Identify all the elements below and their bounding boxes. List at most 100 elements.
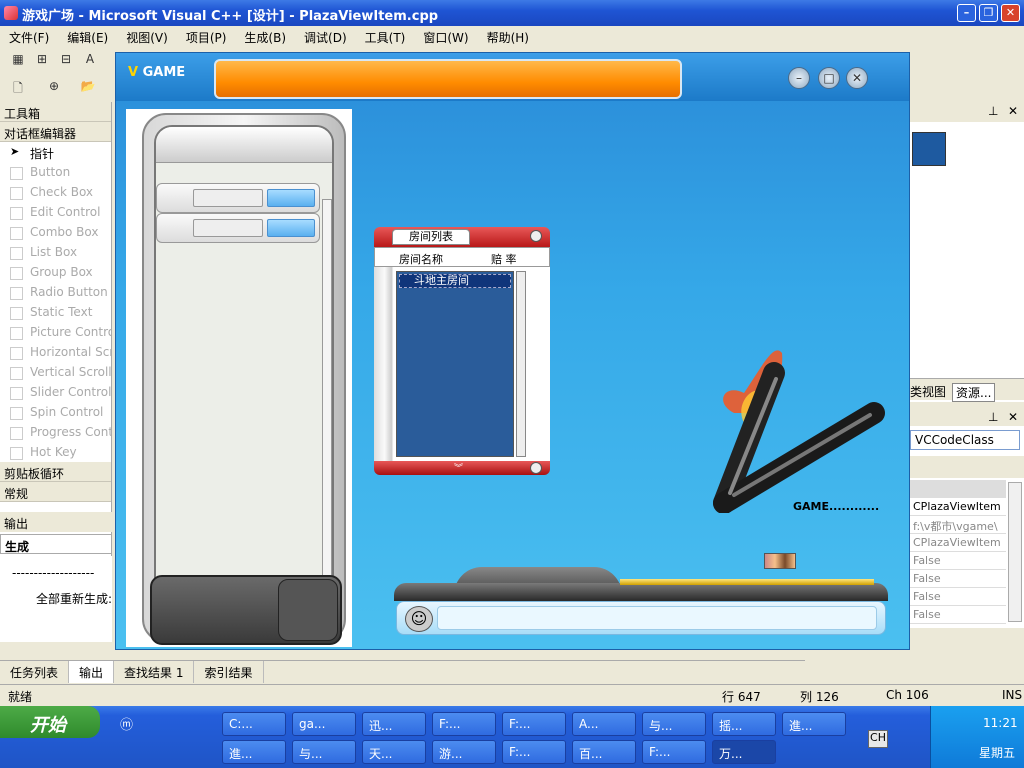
task-button[interactable]: 進... — [222, 740, 286, 764]
task-button[interactable]: F:... — [642, 740, 706, 764]
toolbox-item-button[interactable]: Button — [0, 162, 111, 182]
toolbox-item-radio[interactable]: Radio Button — [0, 282, 111, 302]
task-button[interactable]: F:... — [502, 712, 566, 736]
task-button[interactable]: 游... — [432, 740, 496, 764]
maxthon-icon[interactable]: ⓜ — [120, 718, 133, 733]
room-list-tab[interactable]: 房间列表 — [392, 229, 470, 245]
tab-resource-view[interactable]: 资源... — [952, 383, 996, 402]
toolbox-item-checkbox[interactable]: Check Box — [0, 182, 111, 202]
task-button[interactable]: A... — [572, 712, 636, 736]
toolbox-item-hscroll[interactable]: Horizontal Scroll Bar — [0, 342, 111, 362]
new-project-icon[interactable]: 🗋 — [10, 79, 26, 95]
chevron-down-icon[interactable]: ︾ — [454, 461, 463, 474]
game-maximize-button[interactable]: □ — [818, 67, 840, 89]
size-icon[interactable]: ⊟ — [58, 52, 74, 68]
toolbox-item-static[interactable]: Static Text — [0, 302, 111, 322]
menu-view[interactable]: 视图(V) — [117, 26, 177, 47]
start-button[interactable]: 开始 — [0, 706, 100, 738]
property-row[interactable]: CPlazaViewItem — [910, 534, 1006, 552]
minimize-button[interactable]: – — [957, 4, 976, 22]
toolbox-item-hotkey[interactable]: Hot Key — [0, 442, 111, 462]
add-item-icon[interactable]: ⊕ — [46, 79, 62, 95]
close-button[interactable]: ✕ — [1001, 4, 1020, 22]
clock-day[interactable]: 星期五 — [979, 744, 1015, 761]
menu-file[interactable]: 文件(F) — [0, 26, 58, 47]
output-source[interactable]: 生成 — [0, 534, 112, 554]
clock-time[interactable]: 11:21 — [983, 716, 1018, 730]
toolbox-section-general[interactable]: 常规 — [0, 482, 111, 502]
toolbox-item-picture[interactable]: Picture Control — [0, 322, 111, 342]
task-button-active[interactable]: 万... — [712, 740, 776, 764]
property-row[interactable]: f:\v都市\vgame\ — [910, 516, 1006, 534]
toolbox-item-pointer[interactable]: 指针 — [0, 142, 111, 162]
tab-output[interactable]: 输出 — [69, 661, 115, 683]
class-select[interactable]: VCCodeClass — [910, 430, 1020, 450]
tab-task-list[interactable]: 任务列表 — [0, 661, 70, 683]
maximize-button[interactable]: ❐ — [979, 4, 998, 22]
slot-button[interactable] — [267, 219, 315, 237]
room-list[interactable]: 斗地主房间 — [396, 271, 514, 457]
task-button[interactable]: 与... — [642, 712, 706, 736]
language-indicator[interactable]: CH — [868, 730, 888, 748]
bottom-panel-button[interactable] — [278, 579, 338, 641]
open-folder-icon[interactable]: 📂 — [80, 79, 96, 95]
menu-tools[interactable]: 工具(T) — [356, 26, 415, 47]
left-frame-scrollbar[interactable] — [322, 199, 332, 581]
window-title-bar[interactable]: 游戏广场 - Microsoft Visual C++ [设计] - Plaza… — [0, 0, 1024, 26]
game-title-bar[interactable]: V GAME – □ ✕ — [116, 53, 909, 101]
chat-input[interactable] — [437, 606, 877, 630]
toolbox-item-slider[interactable]: Slider Control — [0, 382, 111, 402]
task-button[interactable]: 摇... — [712, 712, 776, 736]
task-button[interactable]: 進... — [782, 712, 846, 736]
list-item[interactable] — [156, 183, 320, 213]
toolbox-item-spin[interactable]: Spin Control — [0, 402, 111, 422]
toolbox-item-combo[interactable]: Combo Box — [0, 222, 111, 242]
task-button[interactable]: ga... — [292, 712, 356, 736]
property-row[interactable]: False — [910, 588, 1006, 606]
menu-build[interactable]: 生成(B) — [235, 26, 295, 47]
game-minimize-button[interactable]: – — [788, 67, 810, 89]
task-button[interactable]: C:... — [222, 712, 286, 736]
tab-find-results[interactable]: 查找结果 1 — [114, 661, 195, 683]
toolbox-item-groupbox[interactable]: Group Box — [0, 262, 111, 282]
list-item[interactable] — [156, 213, 320, 243]
room-list-resize-icon[interactable] — [530, 462, 542, 474]
slot-button[interactable] — [267, 189, 315, 207]
property-row[interactable]: CPlazaViewItem — [910, 498, 1006, 516]
toolbox-section-clipboard[interactable]: 剪贴板循环 — [0, 462, 111, 482]
align-icon[interactable]: ⊞ — [34, 52, 50, 68]
room-list-scrollbar[interactable] — [516, 271, 526, 457]
game-close-button[interactable]: ✕ — [846, 67, 868, 89]
task-button[interactable]: F:... — [502, 740, 566, 764]
panel-close-icon[interactable]: ✕ — [1008, 410, 1018, 424]
task-button[interactable]: 迅... — [362, 712, 426, 736]
panel-close-icon[interactable]: ✕ — [1008, 104, 1018, 118]
toolbox-item-progress[interactable]: Progress Control — [0, 422, 111, 442]
properties-scrollbar[interactable] — [1008, 482, 1022, 622]
task-button[interactable]: 天... — [362, 740, 426, 764]
property-row[interactable]: False — [910, 552, 1006, 570]
test-dialog-icon[interactable]: ▦ — [10, 52, 26, 68]
toolbox-item-listbox[interactable]: List Box — [0, 242, 111, 262]
menu-window[interactable]: 窗口(W) — [414, 26, 477, 47]
toolbox-item-vscroll[interactable]: Vertical Scroll Bar — [0, 362, 111, 382]
pin-icon[interactable]: ⊥ — [988, 104, 998, 118]
task-button[interactable]: F:... — [432, 712, 496, 736]
menu-debug[interactable]: 调试(D) — [295, 26, 356, 47]
menu-project[interactable]: 项目(P) — [177, 26, 236, 47]
property-row[interactable]: False — [910, 570, 1006, 588]
text-icon[interactable]: A — [82, 52, 98, 68]
toolbox-item-edit[interactable]: Edit Control — [0, 202, 111, 222]
col-odds[interactable]: 赔 率 — [491, 251, 517, 267]
resource-thumbnail[interactable] — [912, 132, 946, 166]
tab-class-view[interactable]: 类视图 — [910, 383, 946, 400]
menu-help[interactable]: 帮助(H) — [478, 26, 538, 47]
toolbox-section[interactable]: 对话框编辑器 — [0, 122, 111, 142]
tab-index-results[interactable]: 索引结果 — [194, 661, 264, 683]
room-list-close-icon[interactable] — [530, 230, 542, 242]
task-button[interactable]: 百... — [572, 740, 636, 764]
task-button[interactable]: 与... — [292, 740, 356, 764]
smiley-icon[interactable]: ☺ — [405, 606, 433, 632]
room-item-selected[interactable]: 斗地主房间 — [399, 274, 511, 288]
menu-edit[interactable]: 编辑(E) — [58, 26, 117, 47]
